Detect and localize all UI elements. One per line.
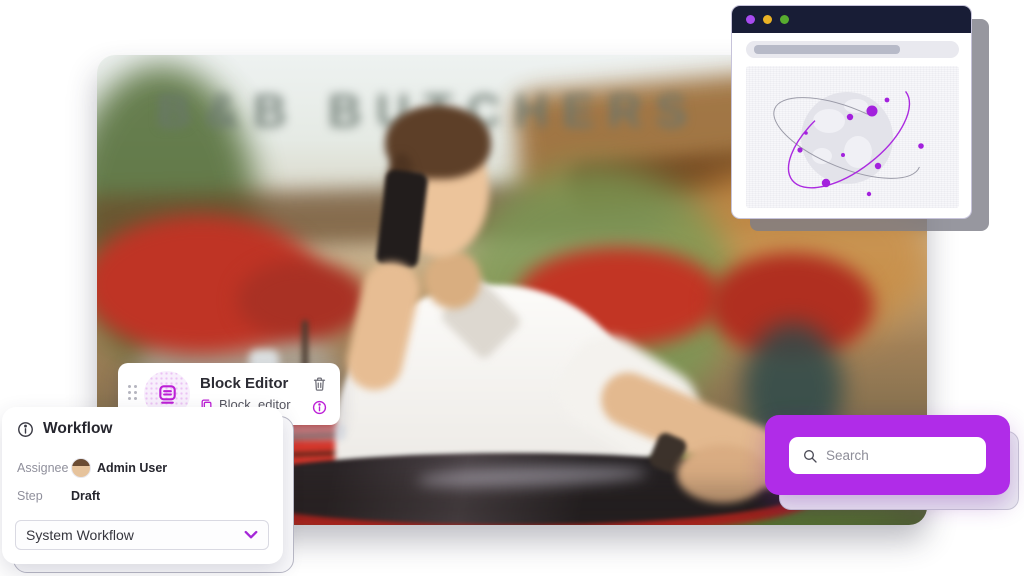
- hero-composition: B&B BUTCHERS: [0, 0, 1024, 576]
- book-icon: [156, 383, 179, 406]
- workflow-select-value: System Workflow: [26, 527, 134, 543]
- man-neck: [425, 251, 481, 309]
- address-bar-placeholder: [754, 45, 900, 54]
- step-value: Draft: [71, 489, 100, 503]
- info-icon: [17, 421, 34, 438]
- info-icon[interactable]: [312, 400, 327, 415]
- search-input-wrapper[interactable]: [789, 437, 986, 474]
- browser-address-bar: [746, 41, 959, 58]
- workflow-select[interactable]: System Workflow: [15, 520, 269, 550]
- globe-network-illustration: [746, 66, 959, 208]
- search-input[interactable]: [826, 448, 966, 463]
- browser-content-panel: [746, 66, 959, 208]
- workflow-card: Workflow Assignee Admin User Step Draft …: [2, 407, 283, 564]
- assignee-name: Admin User: [97, 461, 167, 475]
- trash-icon[interactable]: [312, 376, 327, 392]
- window-dot-purple-icon: [746, 15, 755, 24]
- search-panel: [765, 415, 1010, 495]
- browser-mockup-window: [731, 5, 972, 219]
- step-label: Step: [17, 489, 43, 503]
- window-dot-yellow-icon: [763, 15, 772, 24]
- workflow-title: Workflow: [43, 420, 112, 438]
- assignee-avatar: [71, 458, 91, 478]
- phone: [375, 169, 428, 269]
- drag-handle-icon[interactable]: [128, 385, 137, 400]
- browser-titlebar: [732, 6, 971, 33]
- search-icon: [802, 448, 818, 464]
- chevron-down-icon: [244, 530, 258, 540]
- window-dot-green-icon: [780, 15, 789, 24]
- assignee-label: Assignee: [17, 461, 68, 475]
- block-editor-title: Block Editor: [200, 375, 288, 392]
